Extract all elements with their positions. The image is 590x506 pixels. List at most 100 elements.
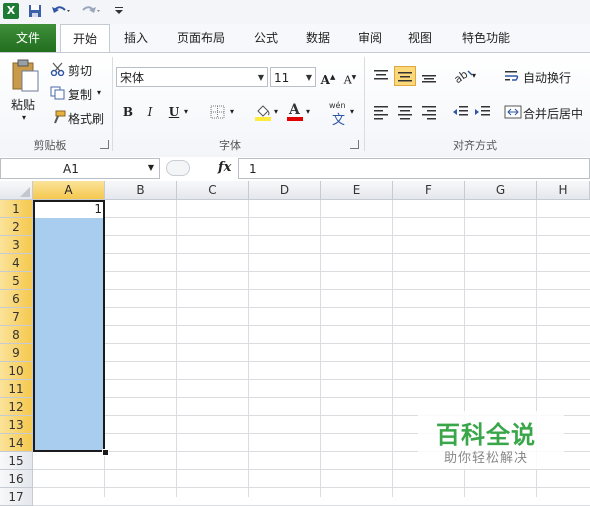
row-header-1[interactable]: 1 bbox=[0, 200, 33, 218]
italic-button[interactable]: I bbox=[140, 103, 160, 121]
row-header-10[interactable]: 10 bbox=[0, 362, 33, 380]
increase-indent-icon[interactable] bbox=[474, 103, 492, 121]
align-top-icon[interactable] bbox=[372, 67, 390, 85]
row-header-8[interactable]: 8 bbox=[0, 326, 33, 344]
font-color-icon[interactable]: A bbox=[286, 102, 304, 121]
insert-function-button[interactable]: fx bbox=[218, 160, 231, 175]
redo-icon[interactable] bbox=[80, 3, 102, 19]
clipboard-launcher-icon[interactable] bbox=[100, 140, 109, 149]
watermark-subtitle: 助你轻松解决 bbox=[444, 451, 529, 466]
copy-dropdown-icon[interactable]: ▾ bbox=[97, 88, 101, 97]
font-color-letter: A bbox=[289, 102, 300, 118]
column-header-g[interactable]: G bbox=[465, 181, 537, 200]
column-header-a[interactable]: A bbox=[33, 181, 105, 200]
align-middle-icon[interactable] bbox=[394, 66, 416, 86]
align-center-icon[interactable] bbox=[396, 103, 414, 121]
save-icon[interactable] bbox=[28, 3, 42, 19]
decrease-indent-icon[interactable] bbox=[452, 103, 470, 121]
column-header-f[interactable]: F bbox=[393, 181, 465, 200]
row-header-5[interactable]: 5 bbox=[0, 272, 33, 290]
name-box-dropdown-icon[interactable]: ▼ bbox=[148, 163, 154, 172]
align-left-icon[interactable] bbox=[372, 103, 390, 121]
row-header-4[interactable]: 4 bbox=[0, 254, 33, 272]
row-gridline bbox=[33, 307, 590, 308]
row-header-12[interactable]: 12 bbox=[0, 398, 33, 416]
name-box[interactable]: A1 ▼ bbox=[0, 158, 160, 179]
column-header-h[interactable]: H bbox=[537, 181, 590, 200]
customize-toolbar-icon[interactable] bbox=[114, 3, 124, 19]
orientation-dropdown-icon[interactable]: ▾ bbox=[472, 71, 476, 80]
border-icon[interactable] bbox=[210, 105, 226, 119]
row-header-14[interactable]: 14 bbox=[0, 434, 33, 452]
tab-formulas[interactable]: 公式 bbox=[246, 24, 286, 52]
phonetic-guide-icon[interactable]: wén 文 bbox=[328, 101, 350, 128]
column-header-e[interactable]: E bbox=[321, 181, 393, 200]
underline-dropdown-icon[interactable]: ▾ bbox=[184, 107, 188, 116]
row-gridline bbox=[33, 361, 590, 362]
column-header-d[interactable]: D bbox=[249, 181, 321, 200]
merge-center-button[interactable]: 合并后居中 bbox=[523, 105, 583, 122]
cut-button[interactable]: 剪切 bbox=[68, 62, 92, 79]
font-size-combo[interactable]: 11 ▼ bbox=[270, 67, 316, 87]
font-color-bar bbox=[287, 117, 303, 121]
fill-color-icon[interactable] bbox=[254, 103, 272, 121]
orientation-icon[interactable]: ab bbox=[452, 67, 474, 86]
tab-review[interactable]: 审阅 bbox=[350, 24, 390, 52]
tab-file[interactable]: 文件 bbox=[0, 24, 56, 52]
increase-font-size-icon[interactable]: A▲ bbox=[318, 68, 338, 87]
row-gridline bbox=[33, 487, 590, 488]
format-painter-button[interactable]: 格式刷 bbox=[68, 110, 104, 127]
fill-handle[interactable] bbox=[102, 449, 109, 456]
font-color-dropdown-icon[interactable]: ▾ bbox=[306, 107, 310, 116]
column-header-c[interactable]: C bbox=[177, 181, 249, 200]
worksheet-grid[interactable]: ABCDEFGH 1 2 3 4 5 6 7 8 9 10 11 12 13 14 15 16 17 1 百科全… bbox=[0, 181, 590, 506]
fill-color-dropdown-icon[interactable]: ▾ bbox=[274, 107, 278, 116]
phonetic-dropdown-icon[interactable]: ▾ bbox=[350, 107, 354, 116]
formula-bar-resize-icon[interactable] bbox=[166, 160, 190, 176]
row-header-13[interactable]: 13 bbox=[0, 416, 33, 434]
tab-special-features[interactable]: 特色功能 bbox=[454, 24, 518, 52]
svg-text:ab: ab bbox=[452, 68, 470, 85]
paste-button[interactable]: 粘贴 bbox=[11, 96, 35, 113]
align-bottom-icon[interactable] bbox=[420, 67, 438, 85]
wrap-text-button[interactable]: 自动换行 bbox=[523, 69, 571, 86]
paste-icon[interactable] bbox=[10, 59, 40, 93]
selection-range[interactable] bbox=[34, 201, 105, 452]
row-header-2[interactable]: 2 bbox=[0, 218, 33, 236]
font-name-combo[interactable]: 宋体 ▼ bbox=[116, 67, 268, 87]
undo-icon[interactable] bbox=[50, 3, 72, 19]
alignment-group-label: 对齐方式 bbox=[453, 139, 497, 152]
ribbon-home: 粘贴 ▾ 剪切 复制 ▾ 格式刷 剪贴板 宋体 ▼ 11 ▼ A▲ A▼ B I… bbox=[0, 52, 590, 158]
column-header-b[interactable]: B bbox=[105, 181, 177, 200]
underline-button[interactable]: U bbox=[164, 103, 184, 121]
row-header-7[interactable]: 7 bbox=[0, 308, 33, 326]
bold-button[interactable]: B bbox=[118, 103, 138, 121]
tab-home[interactable]: 开始 bbox=[60, 24, 110, 54]
font-launcher-icon[interactable] bbox=[350, 140, 359, 149]
align-right-icon[interactable] bbox=[420, 103, 438, 121]
tab-insert[interactable]: 插入 bbox=[116, 24, 156, 52]
select-all-corner[interactable] bbox=[0, 181, 33, 200]
row-gridline bbox=[33, 235, 590, 236]
decrease-font-size-icon[interactable]: A▼ bbox=[340, 69, 360, 87]
row-header-3[interactable]: 3 bbox=[0, 236, 33, 254]
copy-button[interactable]: 复制 bbox=[68, 86, 92, 103]
font-group-label: 字体 bbox=[219, 139, 241, 152]
row-header-17[interactable]: 17 bbox=[0, 488, 33, 506]
formula-input[interactable]: 1 bbox=[238, 158, 590, 179]
column-gridline bbox=[248, 200, 249, 497]
row-header-9[interactable]: 9 bbox=[0, 344, 33, 362]
border-dropdown-icon[interactable]: ▾ bbox=[230, 107, 234, 116]
tab-data[interactable]: 数据 bbox=[298, 24, 338, 52]
row-header-16[interactable]: 16 bbox=[0, 470, 33, 488]
tab-page-layout[interactable]: 页面布局 bbox=[170, 24, 232, 52]
paste-dropdown-icon[interactable]: ▾ bbox=[22, 113, 26, 122]
row-header-6[interactable]: 6 bbox=[0, 290, 33, 308]
row-gridline bbox=[33, 469, 590, 470]
row-header-15[interactable]: 15 bbox=[0, 452, 33, 470]
row-gridline bbox=[33, 271, 590, 272]
row-gridline bbox=[33, 343, 590, 344]
row-header-11[interactable]: 11 bbox=[0, 380, 33, 398]
tab-view[interactable]: 视图 bbox=[400, 24, 440, 52]
wrap-text-icon bbox=[504, 69, 520, 83]
